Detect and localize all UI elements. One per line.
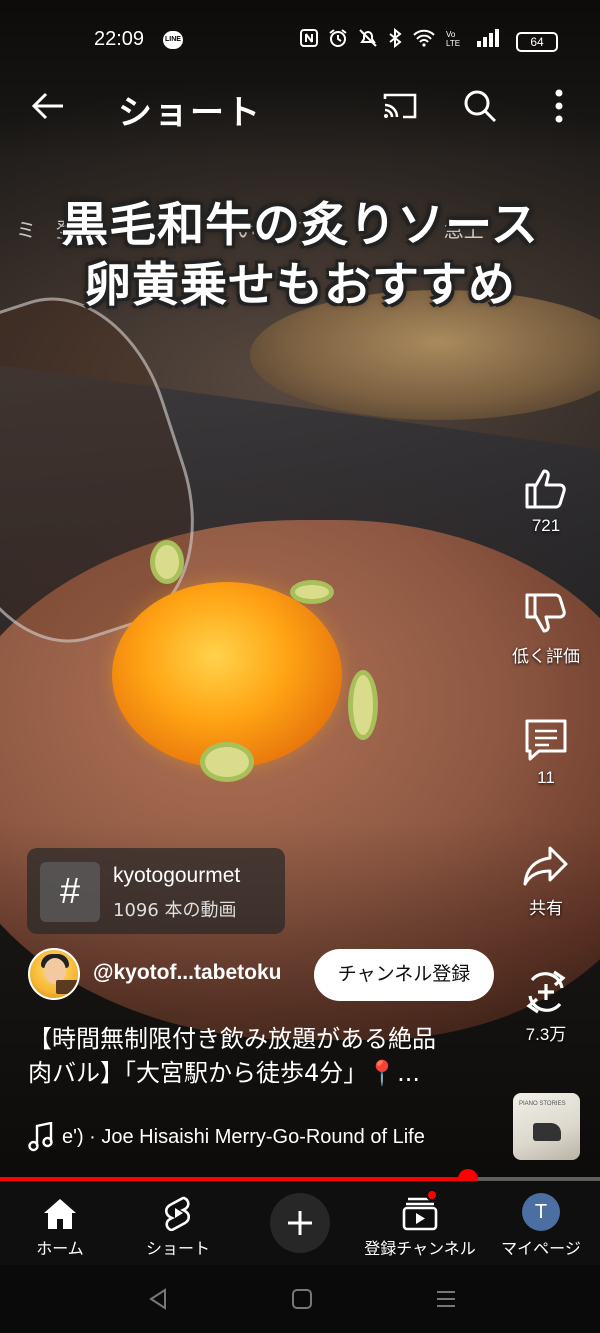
back-button[interactable]	[28, 86, 68, 126]
scallion-garnish	[150, 540, 184, 584]
caption-line-1: 黒毛和牛の炙りソース	[61, 198, 539, 253]
home-icon	[44, 1199, 76, 1229]
svg-text:Vo: Vo	[446, 30, 456, 39]
channel-avatar[interactable]	[28, 948, 80, 1000]
video-description[interactable]: 【時間無制限付き飲み放題がある絶品 肉バル】「大宮駅から徒歩4分」📍...	[28, 1022, 488, 1090]
more-vert-icon	[555, 89, 563, 123]
comment-count: 11	[537, 768, 555, 787]
nav-shorts-label: ショート	[145, 1239, 210, 1258]
dislike-label: 低く評価	[512, 647, 580, 666]
comments-button[interactable]: 11	[508, 712, 584, 788]
system-home-button[interactable]	[282, 1285, 322, 1313]
subscribe-button[interactable]: チャンネル登録	[314, 949, 494, 1001]
notification-dot	[426, 1189, 438, 1201]
hashtag-icon: #	[40, 862, 100, 922]
video-caption: 黒毛和牛の炙りソース 卵黄乗せもおすすめ	[0, 196, 600, 316]
cast-button[interactable]	[378, 86, 422, 126]
cast-icon	[383, 93, 417, 119]
music-track-label[interactable]: e') · Joe Hisaishi Merry-Go-Round of Lif…	[62, 1126, 494, 1149]
music-thumbnail[interactable]: PIANO STORIES	[513, 1093, 580, 1160]
scallion-garnish	[348, 670, 378, 740]
volte-icon: VoLTE	[446, 30, 460, 47]
avatar-bento	[56, 980, 78, 994]
status-icons: Vo LTE	[300, 28, 500, 48]
page-title: ショート	[118, 93, 262, 133]
remix-count: 7.3万	[525, 1025, 567, 1044]
mute-icon	[359, 29, 377, 47]
signal-icon	[477, 29, 499, 47]
hashtag-video-count: 1096 本の動画	[113, 900, 237, 921]
subscriptions-icon	[402, 1197, 438, 1231]
remix-icon	[526, 970, 566, 1014]
wifi-icon	[413, 29, 435, 47]
battery-indicator: 64	[516, 32, 558, 52]
description-line-1: 【時間無制限付き飲み放題がある絶品	[28, 1025, 436, 1053]
line-app-icon: LINE	[163, 31, 183, 49]
share-button[interactable]: 共有	[508, 838, 584, 919]
nfc-icon	[300, 29, 318, 47]
alarm-icon	[329, 29, 347, 47]
triangle-back-icon	[149, 1288, 166, 1310]
nav-shorts[interactable]: ショート	[136, 1181, 220, 1265]
comment-icon	[525, 719, 567, 761]
remix-button[interactable]: 7.3万	[508, 964, 584, 1045]
thumbs-up-icon	[525, 469, 566, 509]
scallion-garnish	[290, 580, 334, 604]
nav-home-label: ホーム	[36, 1239, 84, 1258]
bluetooth-icon	[389, 28, 402, 48]
nav-you-label: マイページ	[501, 1239, 581, 1258]
share-label: 共有	[529, 899, 563, 918]
square-home-icon	[292, 1289, 312, 1309]
egg-yolk	[112, 582, 342, 768]
caption-line-2: 卵黄乗せもおすすめ	[84, 258, 516, 313]
user-avatar: T	[522, 1193, 560, 1231]
music-note-icon	[28, 1122, 53, 1152]
nav-subscriptions-label: 登録チャンネル	[364, 1239, 476, 1258]
piano-icon	[533, 1123, 561, 1141]
shorts-icon	[164, 1196, 191, 1231]
bottom-navigation: ホーム ショート 登録チャンネル T マイページ	[0, 1181, 600, 1265]
menu-lines-icon	[437, 1291, 455, 1307]
top-bar: ショート	[0, 78, 600, 138]
nav-home[interactable]: ホーム	[18, 1181, 102, 1265]
back-arrow-icon	[31, 92, 63, 120]
hashtag-name: kyotogourmet	[113, 864, 241, 887]
nav-subscriptions[interactable]: 登録チャンネル	[360, 1181, 480, 1265]
dislike-button[interactable]: 低く評価	[508, 586, 584, 667]
create-button[interactable]	[270, 1193, 330, 1253]
search-button[interactable]	[458, 84, 502, 128]
scallion-garnish	[200, 742, 254, 782]
status-bar: 22:09 LINE Vo LTE 64	[0, 22, 600, 58]
status-time: 22:09	[94, 28, 145, 50]
thumbs-down-icon	[525, 593, 566, 633]
system-navigation-bar	[0, 1265, 600, 1333]
system-recents-button[interactable]	[426, 1285, 466, 1313]
svg-text:LTE: LTE	[446, 39, 460, 47]
more-options-button[interactable]	[544, 84, 574, 128]
system-back-button[interactable]	[138, 1285, 178, 1313]
like-button[interactable]: 721	[508, 460, 584, 536]
channel-handle[interactable]: @kyotof...tabetoku	[93, 961, 282, 985]
search-icon	[464, 90, 497, 123]
description-line-2: 肉バル】「大宮駅から徒歩4分」📍...	[28, 1059, 421, 1087]
nav-you[interactable]: T マイページ	[496, 1181, 586, 1265]
hashtag-chip[interactable]: # kyotogourmet 1096 本の動画	[27, 848, 285, 934]
like-count: 721	[531, 516, 561, 535]
share-icon	[523, 846, 568, 886]
plus-icon	[288, 1211, 312, 1235]
music-thumb-text: PIANO STORIES	[519, 1101, 566, 1107]
